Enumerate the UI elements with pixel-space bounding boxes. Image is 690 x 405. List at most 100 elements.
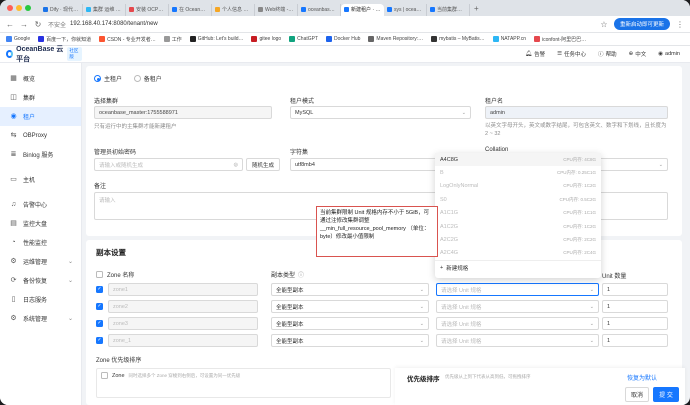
minimize-window-button[interactable] [16,5,22,11]
tenant-name-input[interactable]: admin [485,106,668,119]
unit-count-input[interactable]: 1 [602,334,668,347]
replica-type-select[interactable]: 全能型副本 ⌄ [271,300,429,313]
bookmark-icon [289,36,296,42]
bookmark-item[interactable]: NATAPP.cn [492,36,526,42]
unit-spec-select[interactable]: 请选择 Unit 规格 ⌄ [436,334,599,347]
unit-spec-option: A1C1G CPU内存: 1C1G [435,207,601,220]
language-button[interactable]: ⊕ 中文 [629,50,647,58]
unit-spec-option: S0 CPU内存: 0.5C2G [435,193,601,206]
sidebar-item[interactable]: ⚙ 运维管理 ⌄ [0,252,81,271]
app-logo[interactable]: OceanBase 云平台 社区版 [0,44,82,64]
browser-tab[interactable]: 在 OceanBase [169,3,212,16]
browser-tab[interactable]: Dify · 现代的 · DO [40,3,83,16]
zone-checkbox[interactable]: ✓ [96,286,103,293]
bookmark-item[interactable]: mybatis – MyBatis… [431,36,485,42]
browser-tab[interactable]: 新建租户 · Oc [341,3,384,16]
cancel-button[interactable]: 取消 [625,387,649,402]
admin-password-input[interactable]: 请输入或随机生成 ◎ [94,158,243,171]
sidebar-item[interactable]: ◔ 性能监控 [0,233,81,252]
submit-button[interactable]: 提 交 [653,387,679,402]
memory-limit-tooltip: 当前集群限制 Unit 规格内存不小于 5GiB，可通过注修改集群调整 __mi… [316,206,438,257]
cluster-select[interactable]: oceanbase_master:1755588971 [94,106,272,119]
new-spec-button[interactable]: + 新建规格 [435,260,601,275]
unit-spec-select[interactable]: 请选择 Unit 规格 ⌄ [436,300,599,313]
restore-default-link[interactable]: 恢复为默认 [627,373,657,382]
sidebar-item[interactable]: ⟳ 备份恢复 ⌄ [0,271,81,290]
browser-tab[interactable]: Web终端 - Ju [255,3,298,16]
eye-icon[interactable]: ◎ [234,162,238,168]
replica-type-header: 副本类型 ⓘ [271,270,304,279]
bookmark-item[interactable]: Docker Hub [326,36,360,42]
bookmark-item[interactable]: 百度一下，你就知道 [38,36,91,43]
bookmark-item[interactable]: 工作 [163,36,182,43]
sidebar-item[interactable]: ♫ 告警中心 [0,195,81,214]
globe-icon: ⊕ [628,51,634,57]
tab-favicon-icon [301,7,306,12]
back-icon[interactable]: ← [6,20,14,29]
sidebar-item[interactable]: ⇆ OBProxy [0,126,81,145]
bookmark-item[interactable]: Google [6,36,30,42]
chevron-down-icon: ⌄ [419,286,424,293]
bookmarks-bar: Google 百度一下，你就知道 CSDN - 专业开发者… 工作 GitHub: Le… [0,33,690,46]
bookmark-icon [492,36,499,42]
browser-tab[interactable]: 安装 OCP之… [126,3,169,16]
tab-title: oceanbase_ma [308,6,337,13]
maximize-window-button[interactable] [25,5,31,11]
unit-count-input[interactable]: 1 [602,300,668,313]
unit-spec-select[interactable]: 请选择 Unit 规格 ⌄ [436,283,599,296]
zone-checkbox[interactable]: ✓ [96,337,103,344]
sidebar-item[interactable]: ▤ 监控大盘 [0,214,81,233]
replica-type-select[interactable]: 全能型副本 ⌄ [271,283,429,296]
browser-tab[interactable]: 集群 运维 · OC [83,3,126,16]
help-button[interactable]: ⓘ 帮助 [598,50,617,58]
tenant-mode-select[interactable]: MySQL ⌄ [290,106,471,119]
unit-count-header: Unit 数量 [602,274,627,280]
bookmark-item[interactable]: ChatGPT [289,36,318,42]
browser-tab[interactable]: 当前集群限制 [427,3,470,16]
bookmark-item[interactable]: Maven Repository:… [368,36,423,42]
browser-tab[interactable]: oceanbase_ma [298,3,341,16]
radio-checked-icon [94,75,101,82]
primary-tenant-radio[interactable]: 主租户 [94,74,122,83]
zone-source-checkbox[interactable] [101,372,108,379]
sidebar-item[interactable]: ▯ 日志服务 [0,290,81,309]
bookmark-item[interactable]: gitee logo [251,36,281,42]
help-circle-icon[interactable]: ⓘ [298,270,304,279]
tab-title: 个人信息 资料 [222,7,251,13]
unit-count-input[interactable]: 1 [602,317,668,330]
unit-spec-select[interactable]: 请选择 Unit 规格 ⌄ [436,317,599,330]
unit-count-input[interactable]: 1 [602,283,668,296]
browser-tab[interactable]: sys | oceanb… [384,3,427,16]
sidebar-item[interactable]: ◉ 租户 [0,107,81,126]
sidebar-item[interactable]: ◫ 集群 [0,88,81,107]
reload-icon[interactable]: ↻ [34,20,42,29]
forward-icon[interactable]: → [20,20,28,29]
menu-icon[interactable]: ⋮ [676,20,684,29]
alarm-button[interactable]: 🔔︎ 告警 [525,50,545,58]
random-generate-button[interactable]: 随机生成 [246,158,280,171]
bookmark-icon [251,36,258,42]
replica-type-select[interactable]: 全能型副本 ⌄ [271,334,429,347]
task-center-button[interactable]: ☰ 任务中心 [557,50,586,58]
zone-checkbox[interactable]: ✓ [96,303,103,310]
zone-checkbox[interactable]: ✓ [96,320,103,327]
select-all-checkbox[interactable] [96,271,103,278]
sidebar-item[interactable]: ▭ 主机 [0,170,81,189]
browser-tab[interactable]: 个人信息 资料 [212,3,255,16]
replica-type-select[interactable]: 全能型副本 ⌄ [271,317,429,330]
close-window-button[interactable] [7,5,13,11]
new-tab-icon[interactable]: + [470,4,483,13]
sidebar-item[interactable]: ⚙ 系统管理 ⌄ [0,309,81,328]
user-menu[interactable]: ◉ admin [658,50,680,58]
bookmark-item[interactable]: iconfont-阿里巴巴… [533,36,586,43]
standby-tenant-radio[interactable]: 备租户 [133,74,162,83]
star-icon[interactable]: ☆ [600,20,608,29]
url-field[interactable]: 不安全 192.168.40.174:8080/tenant/new [48,20,594,29]
sidebar-item[interactable]: ≣ Binlog 服务 [0,145,81,164]
restart-update-button[interactable]: 重新启动即可更新 [613,18,670,30]
bookmark-item[interactable]: CSDN - 专业开发者… [99,36,156,43]
unit-spec-option[interactable]: A4C8G CPU内存: 4C8G [435,153,601,167]
bookmark-item[interactable]: GitHub: Let's build… [189,36,243,42]
chevron-down-icon: ⌄ [419,337,424,344]
sidebar-item[interactable]: ▦ 概览 [0,69,81,88]
